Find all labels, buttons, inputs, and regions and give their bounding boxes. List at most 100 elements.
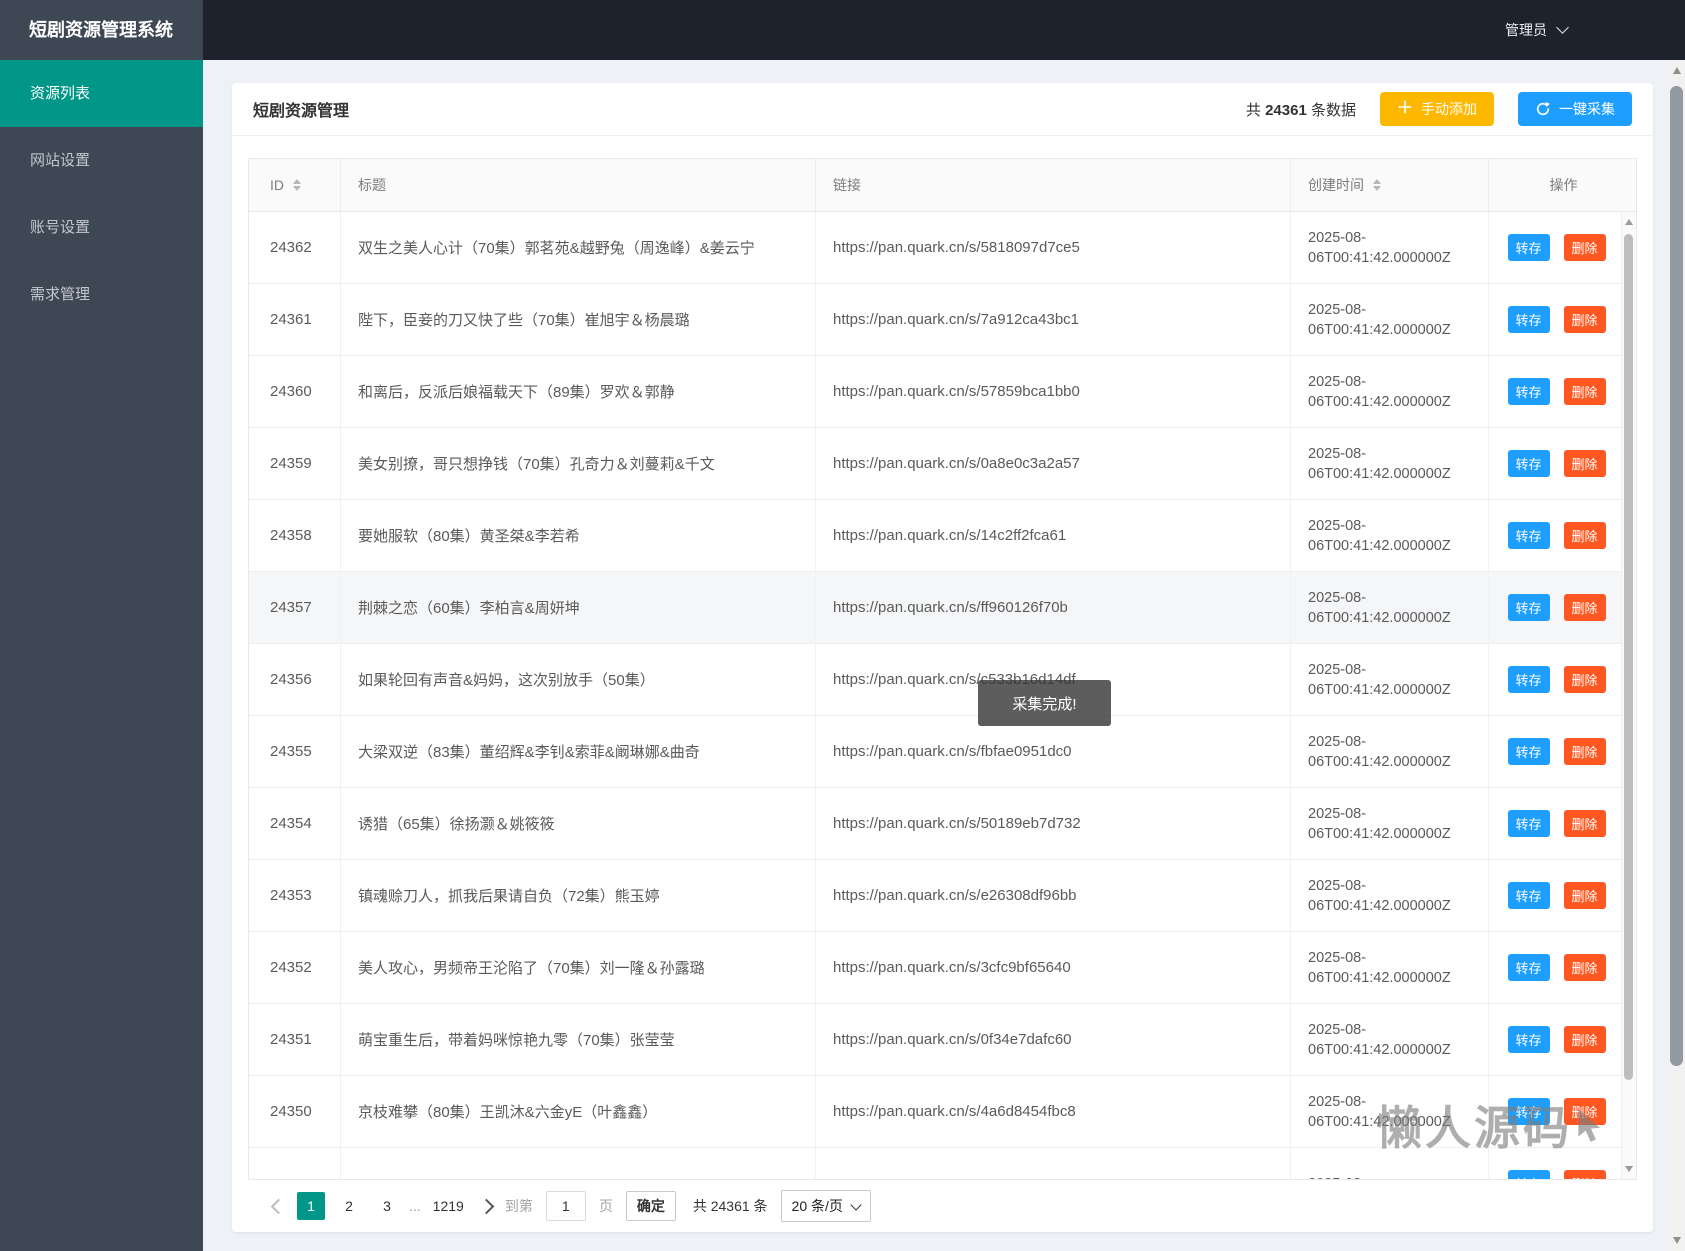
transfer-button[interactable]: 转存 [1507,234,1550,261]
page-button-1[interactable]: 1 [297,1192,325,1220]
column-header-created[interactable]: 创建时间 [1291,159,1489,211]
one-click-collect-button[interactable]: 一键采集 [1518,92,1632,126]
row-link-cell: https://pan.quark.cn/s/5818097d7ce5 [816,212,1291,283]
created-date-text: 2025-08-06T00:41:42.000000Z [1308,733,1451,770]
delete-button[interactable]: 删除 [1563,306,1606,333]
created-date-text: 2025-08-06T00:41:42.000000Z [1308,229,1451,266]
row-actions-cell: 转存删除 [1489,572,1624,643]
row-link-cell [816,1148,1291,1179]
delete-button[interactable]: 删除 [1563,594,1606,621]
row-id-cell: 24356 [249,644,341,715]
page-scrollbar-thumb[interactable] [1670,86,1683,1066]
row-id-cell: 24358 [249,500,341,571]
transfer-button[interactable]: 转存 [1507,594,1550,621]
row-actions-cell: 转存删除 [1489,428,1624,499]
row-link-cell: https://pan.quark.cn/s/ff960126f70b [816,572,1291,643]
pagination-total-label: 共 24361 条 [692,1198,768,1214]
row-created-cell: 2025-08-06T00:41:42.000000Z [1291,212,1489,283]
transfer-button[interactable]: 转存 [1507,522,1550,549]
transfer-button[interactable]: 转存 [1507,378,1550,405]
column-header-id[interactable]: ID [249,159,341,211]
user-menu-label: 管理员 [1505,22,1547,38]
delete-button[interactable]: 删除 [1563,522,1606,549]
total-count-text: 共 24361 条数据 [1245,101,1356,119]
row-title-cell: 荆棘之恋（60集）李柏言&周妍坤 [341,572,816,643]
sort-icon[interactable] [293,179,301,191]
cursor-icon [1578,1108,1601,1143]
transfer-button[interactable]: 转存 [1507,1170,1550,1179]
sidebar-item-demand-management[interactable]: 需求管理 [0,261,203,328]
row-id-cell: 24357 [249,572,341,643]
manual-add-button[interactable]: ＋ 手动添加 [1379,92,1494,126]
row-actions-cell: 转存删除 [1489,932,1624,1003]
delete-button[interactable]: 删除 [1563,882,1606,909]
delete-button[interactable]: 删除 [1563,1026,1606,1053]
page-unit-label: 页 [598,1198,613,1214]
row-id-cell: 24350 [249,1076,341,1147]
transfer-button[interactable]: 转存 [1507,882,1550,909]
table-row: 24351 萌宝重生后，带着妈咪惊艳九零（70集）张莹莹 https://pan.q… [249,1004,1636,1076]
scroll-down-arrow-icon[interactable] [1668,1232,1685,1249]
created-date-text: 2025-08-06T00:41:42.000000Z [1308,1021,1451,1058]
row-title-cell: 要她服软（80集）黄圣桀&李若希 [341,500,816,571]
table-scrollbar[interactable] [1621,212,1636,1179]
jump-page-input[interactable] [545,1191,586,1221]
user-menu[interactable]: 管理员 [1505,0,1685,60]
transfer-button[interactable]: 转存 [1507,450,1550,477]
sidebar-item-account-settings[interactable]: 账号设置 [0,194,203,261]
confirm-jump-button[interactable]: 确定 [625,1191,676,1221]
prev-page-icon[interactable] [270,1198,287,1214]
transfer-button[interactable]: 转存 [1507,810,1550,837]
page-size-select[interactable]: 20 条/页 [780,1190,871,1222]
delete-button[interactable]: 删除 [1563,954,1606,981]
transfer-button[interactable]: 转存 [1507,954,1550,981]
scroll-down-arrow-icon[interactable] [1622,1162,1636,1176]
transfer-button[interactable]: 转存 [1507,306,1550,333]
row-link-cell: https://pan.quark.cn/s/3cfc9bf65640 [816,932,1291,1003]
scroll-up-arrow-icon[interactable] [1668,62,1685,79]
sidebar-item-site-settings[interactable]: 网站设置 [0,127,203,194]
delete-button[interactable]: 删除 [1563,450,1606,477]
page-button-1219[interactable]: 1219 [429,1192,468,1220]
page-scrollbar[interactable] [1668,60,1685,1251]
created-date-text: 2025-08-06T00:41:42.000000Z [1308,589,1451,626]
row-actions-cell: 转存删除 [1489,356,1624,427]
transfer-button[interactable]: 转存 [1507,738,1550,765]
row-link-cell: https://pan.quark.cn/s/fbfae0951dc0 [816,716,1291,787]
delete-button[interactable]: 删除 [1563,234,1606,261]
row-created-cell: 2025-08-06T00:41:42.000000Z [1291,1004,1489,1075]
delete-button[interactable]: 删除 [1563,810,1606,837]
scroll-up-arrow-icon[interactable] [1622,215,1636,229]
page-button-2[interactable]: 2 [335,1192,363,1220]
delete-button[interactable]: 删除 [1563,666,1606,693]
delete-button[interactable]: 删除 [1563,378,1606,405]
created-date-text: 2025-08-06T00:41:42.000000Z [1308,805,1451,842]
row-title-cell: 京枝难攀（80集）王凯沐&六金yE（叶鑫鑫） [341,1076,816,1147]
row-actions-cell: 转存删除 [1489,716,1624,787]
sort-icon[interactable] [1373,179,1381,191]
delete-button[interactable]: 删除 [1563,738,1606,765]
resource-table: ID 标题 链接 创建时间 操作 24362 双生之美人心计（70集）郭茗苑&越… [248,158,1637,1232]
next-page-icon[interactable] [478,1198,495,1214]
transfer-button[interactable]: 转存 [1507,1026,1550,1053]
row-actions-cell: 转存删除 [1489,500,1624,571]
plus-icon: ＋ [1396,100,1413,117]
created-date-text: 2025-08-06T00:41:42.000000Z [1308,877,1451,914]
row-actions-cell: 转存删除 [1489,212,1624,283]
row-created-cell: 2025-08-06T00:41:42.000000Z [1291,788,1489,859]
row-id-cell: 24359 [249,428,341,499]
row-actions-cell: 转存删除 [1489,860,1624,931]
page-button-3[interactable]: 3 [373,1192,401,1220]
sidebar-item-resource-list[interactable]: 资源列表 [0,60,203,127]
jump-to-label: 到第 [504,1198,533,1214]
page-title: 短剧资源管理 [253,103,350,120]
row-id-cell: 24351 [249,1004,341,1075]
row-link-cell: https://pan.quark.cn/s/4a6d8454fbc8 [816,1076,1291,1147]
table-row: 24359 美女别撩，哥只想挣钱（70集）孔奇力＆刘蔓莉&千文 https://pa… [249,428,1636,500]
created-date-text: 2025-08-06T00:41:42.000000Z [1308,373,1451,410]
table-scrollbar-thumb[interactable] [1624,234,1633,1080]
transfer-button[interactable]: 转存 [1507,666,1550,693]
delete-button[interactable]: 删除 [1563,1170,1606,1179]
table-row: 24353 镇魂赊刀人，抓我后果请自负（72集）熊玉婷 https://pan.qu… [249,860,1636,932]
main-content: 短剧资源管理 共 24361 条数据 ＋ 手动添加 一键采集 ID 标题 链接 … [203,60,1668,1251]
